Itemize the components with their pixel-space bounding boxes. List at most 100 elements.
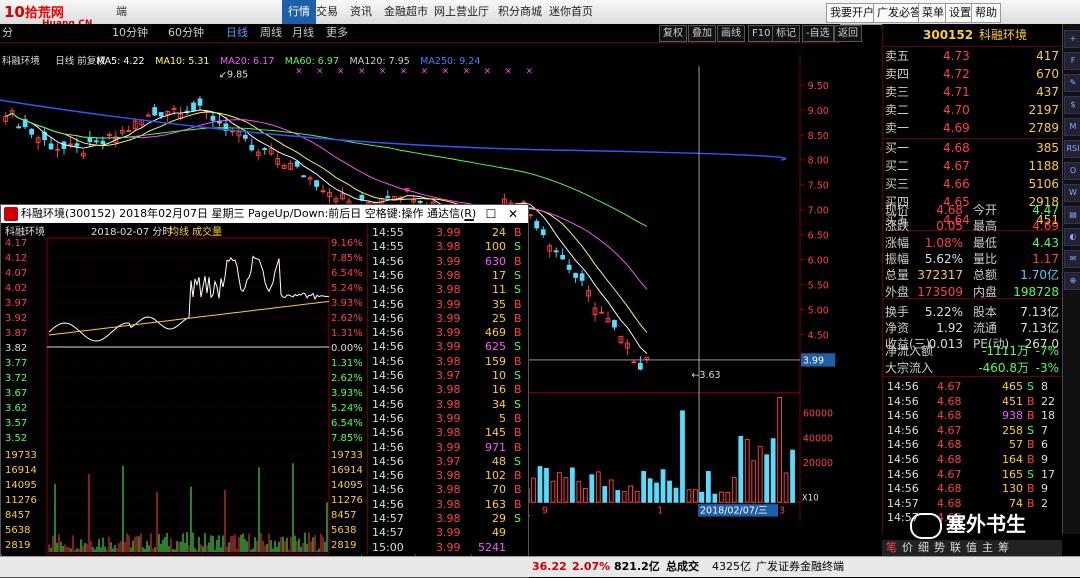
popup-title-bar[interactable]: 科融环境(300152) 2018年02月07日 星期三 PageUp/Down… — [1, 205, 528, 223]
period-1[interactable]: 10分钟 — [112, 24, 148, 42]
quote-divider — [883, 298, 1063, 299]
event-marker: × — [442, 67, 449, 77]
period-0[interactable]: 分 — [2, 24, 13, 42]
quote-key: 净资 — [885, 321, 910, 336]
nav-资讯[interactable]: 资讯 — [350, 0, 372, 24]
tick-row[interactable]: 14:55 3.98 100 S — [368, 239, 528, 254]
tick-row[interactable]: 14:56 3.98 70 B — [368, 482, 528, 497]
period-4[interactable]: 周线 — [260, 24, 282, 42]
close-icon[interactable]: ✕ — [504, 205, 522, 223]
tick-time: 14:56 — [372, 326, 404, 340]
tick-row[interactable]: 14:56 3.99 971 B — [368, 440, 528, 455]
rp-tick-count: 9 — [1041, 482, 1048, 496]
order-book-buy: 买一 4.68 385 — [883, 139, 1063, 157]
order-book-sell: 卖四 4.72 670 — [883, 65, 1063, 83]
tool-strip-icon[interactable]: ✎ — [1064, 74, 1080, 92]
tick-row[interactable]: 14:56 3.98 102 B — [368, 468, 528, 483]
quote-val: 4.69 — [1032, 219, 1059, 234]
tick-row[interactable]: 14:56 3.98 34 S — [368, 397, 528, 412]
period-6[interactable]: 更多 — [326, 24, 348, 42]
tick-row[interactable]: 14:57 3.99 49 — [368, 525, 528, 540]
tool-strip-icon[interactable]: ◐ — [1064, 228, 1080, 246]
toolbar-button-6[interactable]: 返回 — [834, 25, 862, 42]
period-3[interactable]: 日线 — [226, 24, 248, 42]
tick-row[interactable]: 14:56 3.97 48 S — [368, 454, 528, 469]
nav-行情[interactable]: 行情 — [282, 0, 316, 24]
tick-row[interactable]: 14:56 3.98 11 S — [368, 282, 528, 297]
tool-strip-icon[interactable]: F — [1064, 52, 1080, 70]
toolbar-button-5[interactable]: -自选 — [802, 25, 834, 42]
tool-strip-icon[interactable]: + — [1064, 30, 1080, 48]
quote-panel: 300152 科融环境 卖五 4.73 417 卖四 4.72 670 卖三 4.71 437 卖… — [882, 24, 1063, 534]
maximize-icon[interactable]: ☐ — [482, 205, 500, 223]
tick-price: 3.99 — [436, 340, 461, 354]
tool-strip-icon[interactable]: ⊕ — [1064, 272, 1080, 290]
tick-side: B — [514, 411, 522, 425]
nav-迷你首页[interactable]: 迷你首页 — [549, 0, 593, 24]
tick-row[interactable]: 14:56 3.98 17 S — [368, 268, 528, 283]
tick-row[interactable]: 14:56 3.99 625 S — [368, 339, 528, 354]
tick-row[interactable]: 14:56 3.98 145 B — [368, 425, 528, 440]
nav-积分商城[interactable]: 积分商城 — [498, 0, 542, 24]
period-5[interactable]: 月线 — [292, 24, 314, 42]
intraday-pct: 1.31% — [331, 358, 363, 369]
tool-strip-icon[interactable]: O — [1064, 162, 1080, 180]
tick-row[interactable]: 14:57 3.98 29 S — [368, 511, 528, 526]
candle-body — [191, 102, 196, 111]
minimize-icon[interactable]: ▁ — [460, 205, 478, 223]
tool-strip-icon[interactable]: ▤ — [1064, 206, 1080, 224]
rp-tick-count: 6 — [1041, 438, 1048, 452]
nav-网上营业厅[interactable]: 网上营业厅 — [434, 0, 489, 24]
tool-strip-icon[interactable]: RSI — [1064, 140, 1080, 158]
top-button-0[interactable]: 我要开户 — [826, 3, 878, 23]
intraday-chart[interactable]: 科融环境 2018-02-07 分时均线 成交量 4.17 9.16% 4.12 7.85… — [1, 224, 366, 556]
quote-tab-0[interactable]: 笔 — [886, 540, 897, 556]
rp-tick-time: 14:56 — [887, 380, 919, 393]
tick-row[interactable]: 15:00 3.99 5241 — [368, 540, 528, 555]
tool-strip-icon[interactable]: ✉ — [1064, 250, 1080, 268]
tick-row[interactable]: 14:56 3.99 5 B — [368, 411, 528, 426]
nav-金融超市[interactable]: 金融超市 — [384, 0, 428, 24]
candle-body — [48, 143, 54, 150]
tick-side: S — [514, 283, 521, 297]
intraday-date: 2018-02-07 分时 — [91, 226, 172, 238]
candle-body — [16, 126, 22, 129]
tick-side: B — [514, 354, 522, 368]
ob-vol: 1188 — [1028, 159, 1059, 173]
candle-body — [579, 273, 585, 281]
tool-strip-icon[interactable]: M — [1064, 118, 1080, 136]
tick-row[interactable]: 14:56 3.99 630 B — [368, 254, 528, 269]
tick-row[interactable]: 14:56 3.98 163 B — [368, 497, 528, 512]
tool-strip: + F ✎ $ M RSI O W ▤ ◐ ✉ ⊕ — [1062, 24, 1080, 534]
tick-list[interactable]: 14:55 3.99 24 B 14:55 3.98 100 S 14:56 3.99 630 B 14… — [367, 225, 528, 555]
toolbar-button-0[interactable]: 复权 — [659, 25, 687, 42]
intraday-vol-label: 19733 — [5, 450, 37, 461]
top-button-4[interactable]: 帮助 — [971, 3, 1001, 23]
nav-交易[interactable]: 交易 — [316, 0, 338, 24]
tick-row[interactable]: 14:56 3.98 159 B — [368, 354, 528, 369]
flow-val: -460.8万 — [978, 361, 1029, 375]
tick-row[interactable]: 14:56 3.97 10 S — [368, 368, 528, 383]
tool-strip-icon[interactable]: $ — [1064, 96, 1080, 114]
intraday-popup-window[interactable]: 科融环境(300152) 2018年02月07日 星期三 PageUp/Down… — [0, 204, 529, 578]
tick-row[interactable]: 14:56 3.98 16 B — [368, 382, 528, 397]
tick-side: B — [514, 426, 522, 440]
period-2[interactable]: 60分钟 — [168, 24, 204, 42]
tick-row[interactable]: 14:56 3.99 35 B — [368, 297, 528, 312]
volume-bar — [718, 491, 724, 503]
toolbar-button-1[interactable]: 叠加 — [688, 25, 716, 42]
tick-row[interactable]: 14:55 3.99 24 B — [368, 225, 528, 240]
tick-row[interactable]: 14:56 3.99 469 B — [368, 325, 528, 340]
toolbar-button-3[interactable]: F10 — [748, 25, 775, 42]
tick-time: 14:56 — [372, 297, 404, 311]
candle-body — [100, 140, 106, 145]
popup-title: 科融环境(300152) 2018年02月07日 星期三 PageUp/Down… — [21, 207, 477, 220]
tick-row[interactable]: 14:56 3.99 25 B — [368, 311, 528, 326]
toolbar-button-4[interactable]: 标记 — [772, 25, 800, 42]
tick-side: S — [514, 454, 521, 468]
tool-strip-icon[interactable]: W — [1064, 184, 1080, 202]
ob-vol: 2789 — [1028, 121, 1059, 135]
toolbar-button-2[interactable]: 画线 — [717, 25, 745, 42]
top-button-2[interactable]: 菜单 — [918, 3, 948, 23]
quote-key: 涨幅 — [885, 235, 910, 250]
